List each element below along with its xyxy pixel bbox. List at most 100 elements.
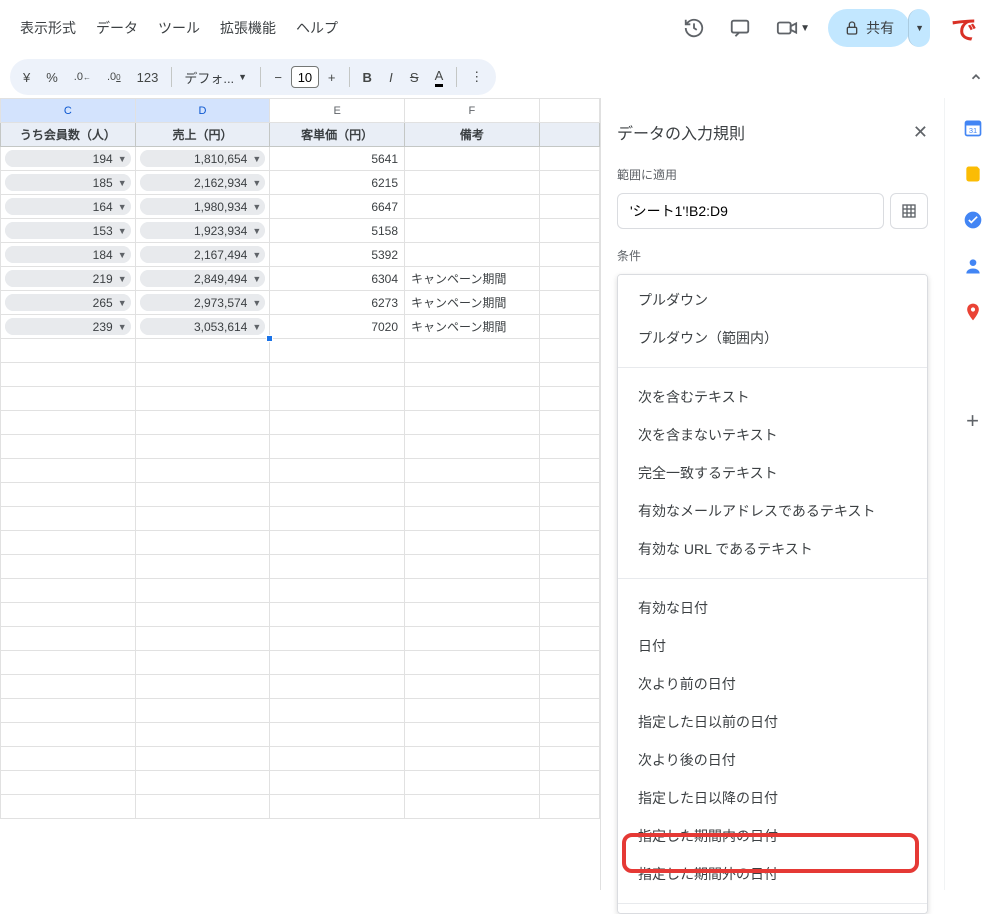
percent-format[interactable]: % [39, 66, 65, 89]
empty-row[interactable] [1, 387, 600, 411]
increase-font[interactable]: + [321, 66, 343, 89]
menu-data[interactable]: データ [88, 12, 146, 44]
font-size-input[interactable] [291, 66, 319, 88]
criteria-dropdown[interactable]: プルダウンプルダウン（範囲内） 次を含むテキスト次を含まないテキスト完全一致する… [617, 274, 928, 914]
criteria-option[interactable]: 次より後の日付 [618, 741, 927, 779]
decrease-decimal[interactable]: .0← [67, 67, 98, 87]
close-panel-button[interactable]: ✕ [913, 122, 928, 143]
data-row[interactable]: 153▼ 1,923,934▼ 5158 [1, 219, 600, 243]
col-f[interactable]: F [405, 99, 540, 123]
criteria-option[interactable]: 有効な URL であるテキスト [618, 530, 927, 568]
collapse-toolbar[interactable] [962, 66, 990, 88]
unit-cell[interactable]: 7020 [270, 315, 405, 339]
unit-cell[interactable]: 5641 [270, 147, 405, 171]
menu-extensions[interactable]: 拡張機能 [212, 12, 284, 44]
col-c[interactable]: C [1, 99, 136, 123]
comments-icon[interactable] [722, 10, 758, 46]
empty-row[interactable] [1, 459, 600, 483]
text-color-button[interactable]: A [428, 64, 451, 91]
col-g[interactable] [539, 99, 599, 123]
members-cell[interactable]: 265▼ [1, 291, 136, 315]
share-button[interactable]: 共有 [828, 9, 910, 47]
menu-tools[interactable]: ツール [150, 12, 208, 44]
unit-cell[interactable]: 5158 [270, 219, 405, 243]
empty-row[interactable] [1, 795, 600, 819]
meet-button[interactable]: ▼ [768, 11, 818, 45]
empty-row[interactable] [1, 699, 600, 723]
select-range-button[interactable] [890, 193, 928, 229]
note-cell[interactable]: キャンペーン期間 [405, 315, 540, 339]
members-cell[interactable]: 185▼ [1, 171, 136, 195]
empty-row[interactable] [1, 747, 600, 771]
empty-row[interactable] [1, 339, 600, 363]
empty-row[interactable] [1, 483, 600, 507]
data-row[interactable]: 164▼ 1,980,934▼ 6647 [1, 195, 600, 219]
empty-row[interactable] [1, 555, 600, 579]
sales-cell[interactable]: 1,923,934▼ [135, 219, 270, 243]
data-row[interactable]: 219▼ 2,849,494▼ 6304 キャンペーン期間 [1, 267, 600, 291]
criteria-option[interactable]: 有効な日付 [618, 589, 927, 627]
share-caret[interactable]: ▼ [908, 9, 930, 47]
criteria-option[interactable]: 次を含まないテキスト [618, 416, 927, 454]
empty-row[interactable] [1, 507, 600, 531]
empty-row[interactable] [1, 651, 600, 675]
unit-cell[interactable]: 6273 [270, 291, 405, 315]
decrease-font[interactable]: − [267, 66, 289, 89]
increase-decimal[interactable]: .00 [100, 67, 128, 87]
sales-cell[interactable]: 1,980,934▼ [135, 195, 270, 219]
sales-cell[interactable]: 1,810,654▼ [135, 147, 270, 171]
italic-button[interactable]: I [381, 66, 401, 89]
members-cell[interactable]: 219▼ [1, 267, 136, 291]
history-icon[interactable] [676, 10, 712, 46]
note-cell[interactable]: キャンペーン期間 [405, 291, 540, 315]
strike-button[interactable]: S [403, 66, 426, 89]
criteria-option[interactable]: 指定した日以降の日付 [618, 779, 927, 817]
menu-help[interactable]: ヘルプ [288, 12, 346, 44]
bold-button[interactable]: B [356, 66, 379, 89]
empty-row[interactable] [1, 579, 600, 603]
col-e[interactable]: E [270, 99, 405, 123]
empty-row[interactable] [1, 531, 600, 555]
data-row[interactable]: 185▼ 2,162,934▼ 6215 [1, 171, 600, 195]
sales-cell[interactable]: 2,849,494▼ [135, 267, 270, 291]
note-cell[interactable]: キャンペーン期間 [405, 267, 540, 291]
members-cell[interactable]: 153▼ [1, 219, 136, 243]
font-select[interactable]: デフォ... ▼ [178, 64, 254, 91]
data-row[interactable]: 265▼ 2,973,574▼ 6273 キャンペーン期間 [1, 291, 600, 315]
empty-row[interactable] [1, 723, 600, 747]
maps-addon-icon[interactable] [963, 302, 983, 322]
sales-cell[interactable]: 2,162,934▼ [135, 171, 270, 195]
empty-row[interactable] [1, 435, 600, 459]
sales-cell[interactable]: 2,167,494▼ [135, 243, 270, 267]
unit-cell[interactable]: 6304 [270, 267, 405, 291]
more-toolbar[interactable]: ⋮ [463, 65, 490, 89]
range-input[interactable] [617, 193, 884, 229]
empty-row[interactable] [1, 771, 600, 795]
unit-cell[interactable]: 6647 [270, 195, 405, 219]
members-cell[interactable]: 239▼ [1, 315, 136, 339]
note-cell[interactable] [405, 171, 540, 195]
menu-format[interactable]: 表示形式 [12, 12, 84, 44]
data-row[interactable]: 239▼ 3,053,614▼ 7020 キャンペーン期間 [1, 315, 600, 339]
data-row[interactable]: 194▼ 1,810,654▼ 5641 [1, 147, 600, 171]
sales-cell[interactable]: 3,053,614▼ [135, 315, 270, 339]
criteria-option[interactable]: 次を含むテキスト [618, 378, 927, 416]
contacts-addon-icon[interactable] [963, 256, 983, 276]
members-cell[interactable]: 184▼ [1, 243, 136, 267]
criteria-option[interactable]: 完全一致するテキスト [618, 454, 927, 492]
criteria-option[interactable]: 指定した日以前の日付 [618, 703, 927, 741]
empty-row[interactable] [1, 603, 600, 627]
empty-row[interactable] [1, 411, 600, 435]
data-row[interactable]: 184▼ 2,167,494▼ 5392 [1, 243, 600, 267]
criteria-option[interactable]: 指定した期間内の日付 [618, 817, 927, 855]
calendar-addon-icon[interactable]: 31 [963, 118, 983, 138]
unit-cell[interactable]: 5392 [270, 243, 405, 267]
note-cell[interactable] [405, 243, 540, 267]
empty-row[interactable] [1, 675, 600, 699]
empty-row[interactable] [1, 363, 600, 387]
members-cell[interactable]: 194▼ [1, 147, 136, 171]
tasks-addon-icon[interactable] [963, 210, 983, 230]
note-cell[interactable] [405, 147, 540, 171]
criteria-option[interactable]: 次より前の日付 [618, 665, 927, 703]
unit-cell[interactable]: 6215 [270, 171, 405, 195]
